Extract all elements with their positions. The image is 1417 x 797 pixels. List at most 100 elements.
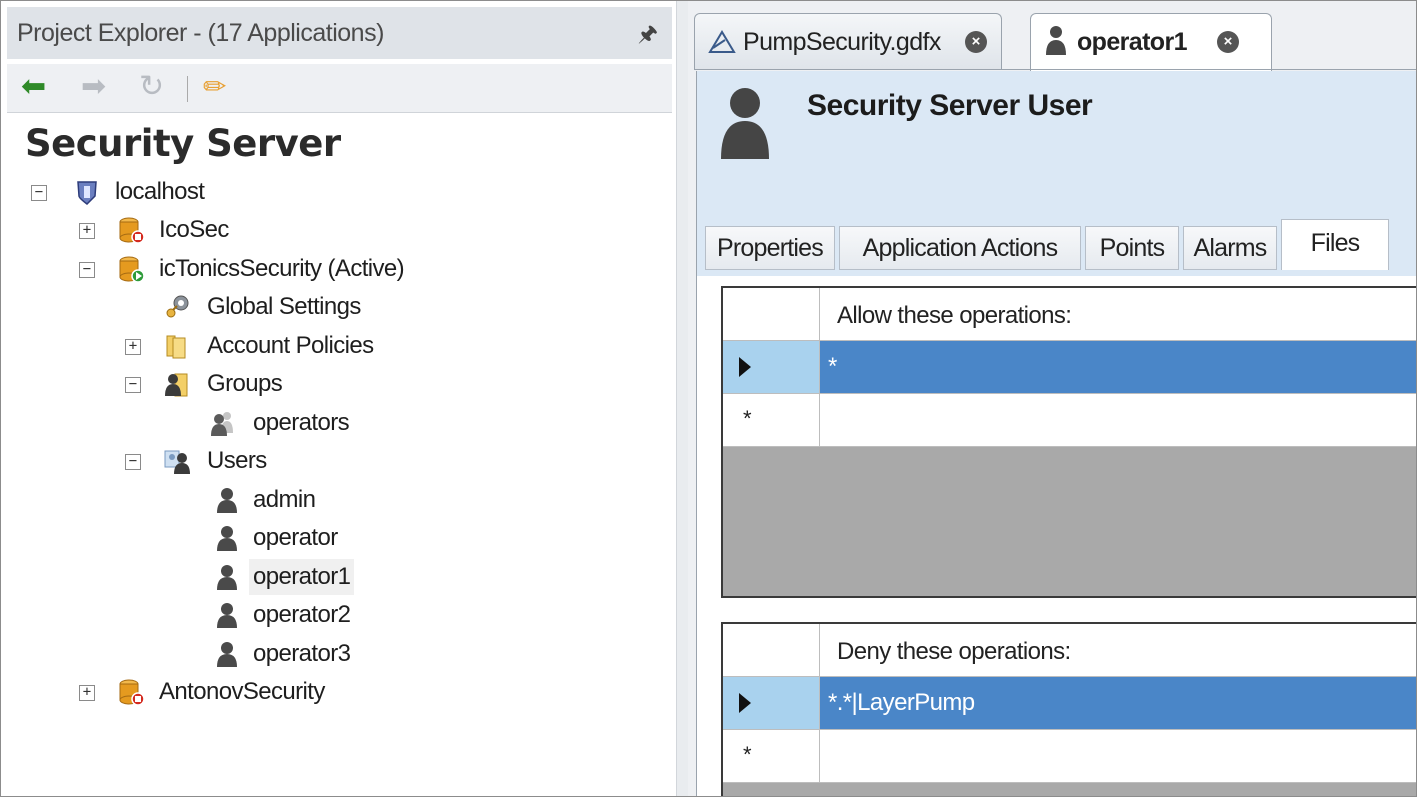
cell-text: *.*|LayerPump	[828, 689, 975, 716]
tree-node-users[interactable]: − Users	[7, 443, 672, 479]
user-editor: Security Server User Properties Applicat…	[696, 71, 1416, 796]
operation-cell[interactable]	[820, 730, 1416, 783]
user-icon	[217, 603, 237, 628]
tree-label: localhost	[115, 178, 205, 205]
tree-label: Users	[207, 447, 267, 474]
cell-text: *	[828, 353, 837, 380]
explorer-toolbar: ⬅ ➡ ↻ ✏	[7, 64, 672, 113]
editor-header: Security Server User	[697, 71, 1416, 216]
row-header[interactable]: *	[723, 394, 820, 447]
operation-cell[interactable]: *.*|LayerPump	[820, 677, 1416, 730]
user-icon	[217, 526, 237, 551]
folder-icon	[166, 335, 186, 359]
deny-operations-grid: Deny these operations: *.*|LayerPump *	[721, 622, 1416, 796]
tree-node-user-operator2[interactable]: operator2	[7, 597, 672, 633]
tree-node-user-operator3[interactable]: operator3	[7, 636, 672, 672]
edit-pencil-icon[interactable]: ✏	[203, 72, 226, 102]
tree-label: operators	[253, 409, 350, 436]
property-tabs: Properties Application Actions Points Al…	[697, 216, 1416, 276]
forward-arrow-icon[interactable]: ➡	[81, 72, 106, 102]
database-stopped-icon	[119, 217, 145, 244]
tree-node-antonovsecurity[interactable]: + AntonovSecurity	[7, 674, 672, 710]
allow-operations-grid: Allow these operations: * *	[721, 286, 1416, 598]
row-header[interactable]: *	[723, 730, 820, 783]
collapse-toggle[interactable]: −	[79, 262, 95, 278]
new-row[interactable]: *	[723, 730, 1416, 783]
tree-node-operators-group[interactable]: operators	[7, 405, 672, 441]
expand-toggle[interactable]: +	[79, 223, 95, 239]
doc-tab-label: PumpSecurity.gdfx	[743, 28, 941, 56]
grid-header: Deny these operations:	[723, 624, 1416, 677]
project-explorer-panel: Project Explorer - (17 Applications) 🖈 ⬅…	[7, 7, 672, 793]
row-header[interactable]	[723, 341, 820, 394]
expand-toggle[interactable]: +	[79, 685, 95, 701]
operation-cell[interactable]: *	[820, 341, 1416, 394]
database-stopped-icon	[119, 679, 145, 706]
tree-node-user-operator[interactable]: operator	[7, 520, 672, 556]
expand-toggle[interactable]: +	[125, 339, 141, 355]
doc-tab-label: operator1	[1077, 28, 1188, 56]
tree-label: operator	[253, 524, 338, 551]
user-icon	[217, 488, 237, 513]
tree-label: admin	[253, 486, 316, 513]
new-row[interactable]: *	[723, 394, 1416, 447]
table-row[interactable]: *.*|LayerPump	[723, 677, 1416, 730]
doc-tab-pumpsecurity[interactable]: PumpSecurity.gdfx ×	[694, 13, 1002, 70]
tab-files[interactable]: Files	[1281, 219, 1389, 270]
tree-node-user-admin[interactable]: admin	[7, 482, 672, 518]
operation-cell[interactable]	[820, 394, 1416, 447]
application-window: Project Explorer - (17 Applications) 🖈 ⬅…	[0, 0, 1417, 797]
explorer-heading: Security Server	[25, 122, 341, 165]
tree-node-localhost[interactable]: − localhost	[7, 174, 672, 210]
database-running-icon	[119, 256, 145, 283]
users-card-icon	[164, 450, 190, 474]
user-large-icon	[721, 88, 769, 159]
grid-header: Allow these operations:	[723, 288, 1416, 341]
refresh-icon[interactable]: ↻	[139, 72, 164, 102]
tree-node-groups[interactable]: − Groups	[7, 366, 672, 402]
tree-node-user-operator1[interactable]: operator1	[7, 559, 672, 595]
tree-node-icosec[interactable]: + IcoSec	[7, 212, 672, 248]
tab-alarms[interactable]: Alarms	[1183, 226, 1277, 270]
gear-key-icon	[166, 295, 189, 318]
tab-points[interactable]: Points	[1085, 226, 1179, 270]
back-arrow-icon[interactable]: ⬅	[21, 72, 46, 102]
doc-tab-operator1[interactable]: operator1 ×	[1030, 13, 1272, 72]
tree-label: operator2	[253, 601, 351, 628]
tree-node-global-settings[interactable]: Global Settings	[7, 289, 672, 325]
column-header: Allow these operations:	[837, 302, 1072, 329]
collapse-toggle[interactable]: −	[125, 377, 141, 393]
explorer-title: Project Explorer - (17 Applications)	[17, 19, 384, 47]
table-row[interactable]: *	[723, 341, 1416, 394]
row-header-corner	[723, 624, 820, 676]
tree-label: Global Settings	[207, 293, 361, 320]
tree-node-account-policies[interactable]: + Account Policies	[7, 328, 672, 364]
user-icon	[217, 642, 237, 667]
current-row-arrow-icon	[739, 357, 751, 377]
tree-label: IcoSec	[159, 216, 229, 243]
display-file-icon	[708, 30, 736, 53]
collapse-toggle[interactable]: −	[125, 454, 141, 470]
current-row-arrow-icon	[739, 693, 751, 713]
close-icon[interactable]: ×	[1217, 31, 1239, 53]
files-panel: Allow these operations: * * Deny these o…	[697, 276, 1416, 796]
tree-label: operator3	[253, 640, 351, 667]
tab-strip-border	[694, 69, 1416, 70]
user-icon	[217, 565, 237, 590]
row-header-corner	[723, 288, 820, 340]
new-row-marker: *	[743, 742, 752, 767]
close-icon[interactable]: ×	[965, 31, 987, 53]
column-header: Deny these operations:	[837, 638, 1071, 665]
tree-node-ictonicssecurity[interactable]: − icTonicsSecurity (Active)	[7, 251, 672, 287]
row-header[interactable]	[723, 677, 820, 730]
tree-label: Groups	[207, 370, 283, 397]
collapse-toggle[interactable]: −	[31, 185, 47, 201]
user-group-icon	[211, 412, 233, 436]
tree-label: Account Policies	[207, 332, 374, 359]
tree-label: AntonovSecurity	[159, 678, 325, 705]
pin-icon[interactable]: 🖈	[638, 17, 658, 55]
tab-properties[interactable]: Properties	[705, 226, 835, 270]
page-title: Security Server User	[807, 89, 1093, 122]
server-shield-icon	[77, 181, 97, 205]
tab-application-actions[interactable]: Application Actions	[839, 226, 1081, 270]
